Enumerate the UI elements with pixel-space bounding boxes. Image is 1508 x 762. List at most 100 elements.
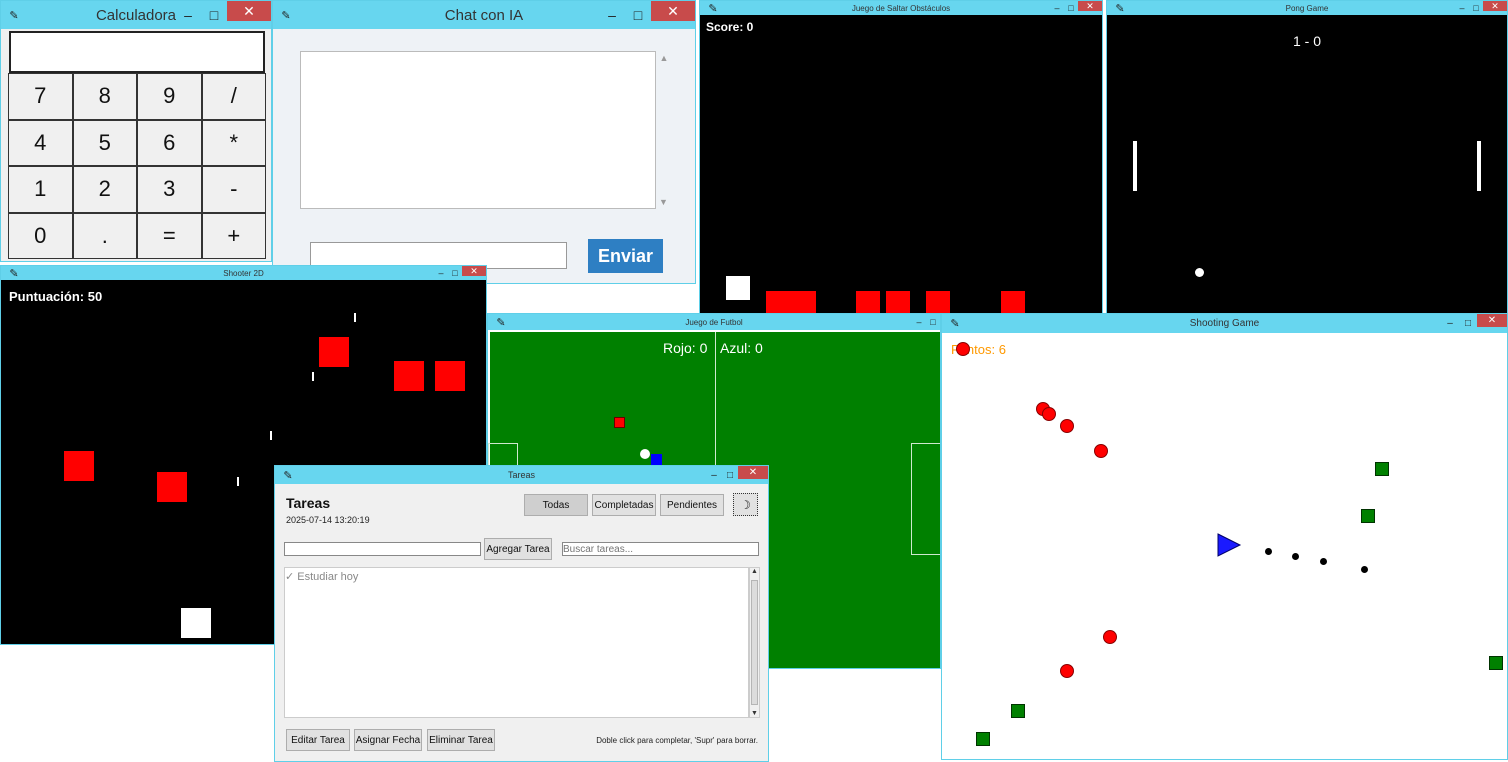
key-multiply[interactable]: * — [201, 119, 266, 166]
enemy-circle — [956, 342, 970, 356]
projectile — [1320, 558, 1327, 565]
maximize-button[interactable]: □ — [625, 1, 651, 29]
maximize-button[interactable]: □ — [1459, 314, 1477, 333]
minimize-button[interactable]: – — [706, 466, 722, 484]
maximize-button[interactable]: □ — [722, 466, 738, 484]
theme-toggle-icon[interactable]: ☽ — [733, 493, 758, 516]
key-0[interactable]: 0 — [8, 212, 73, 259]
key-dot[interactable]: . — [72, 212, 137, 259]
filter-completed-button[interactable]: Completadas — [592, 494, 656, 516]
shooter-player — [181, 608, 211, 638]
task-list-scrollbar[interactable]: ▲ ▼ — [749, 567, 760, 718]
soccer-ball — [640, 449, 650, 459]
blue-score: Azul: 0 — [720, 340, 763, 356]
calculator-titlebar[interactable]: ✎ Calculadora – □ ✕ — [1, 1, 271, 29]
key-6[interactable]: 6 — [137, 119, 202, 166]
feather-icon: ✎ — [283, 469, 293, 482]
list-item[interactable]: ✓ Estudiar hoy — [285, 570, 358, 583]
key-4[interactable]: 4 — [8, 119, 73, 166]
shooter-title: Shooter 2D — [223, 268, 264, 278]
close-button[interactable]: ✕ — [1078, 1, 1102, 11]
chat-window: ✎ Chat con IA – □ ✕ ▲ ▼ Enviar — [272, 0, 696, 284]
feather-icon: ✎ — [9, 9, 19, 22]
key-plus[interactable]: + — [201, 212, 266, 259]
scroll-down-icon: ▼ — [751, 710, 758, 717]
key-1[interactable]: 1 — [8, 166, 73, 213]
enemy-circle — [1060, 419, 1074, 433]
shooting-title: Shooting Game — [1189, 318, 1260, 329]
pong-titlebar[interactable]: ✎ Pong Game – □ ✕ — [1107, 1, 1507, 15]
task-list[interactable]: ✓ Estudiar hoy — [284, 567, 749, 718]
add-task-button[interactable]: Agregar Tarea — [484, 538, 552, 560]
key-equals[interactable]: = — [137, 212, 202, 259]
maximize-button[interactable]: □ — [1469, 1, 1483, 15]
filter-all-button[interactable]: Todas — [524, 494, 588, 516]
close-button[interactable]: ✕ — [738, 466, 768, 479]
enemy-circle — [1042, 407, 1056, 421]
chat-titlebar[interactable]: ✎ Chat con IA – □ ✕ — [273, 1, 695, 29]
bullet — [237, 477, 239, 486]
maximize-button[interactable]: □ — [1064, 1, 1078, 15]
minimize-button[interactable]: – — [599, 1, 625, 29]
football-title: Juego de Futbol — [685, 317, 743, 327]
projectile — [1265, 548, 1272, 555]
chat-history[interactable] — [300, 51, 656, 209]
player-block — [726, 276, 750, 300]
shooting-game-window: ✎ Shooting Game – □ ✕ Puntos: 6 — [941, 313, 1508, 760]
edit-task-button[interactable]: Editar Tarea — [286, 729, 350, 751]
close-button[interactable]: ✕ — [651, 1, 695, 21]
delete-task-button[interactable]: Eliminar Tarea — [427, 729, 495, 751]
obstacle-titlebar[interactable]: ✎ Juego de Saltar Obstáculos – □ ✕ — [700, 1, 1102, 15]
tasks-heading: Tareas — [286, 495, 331, 511]
tasks-window: ✎ Tareas – □ ✕ Tareas 2025-07-14 13:20:1… — [274, 465, 769, 762]
minimize-button[interactable]: – — [1441, 314, 1459, 333]
send-button[interactable]: Enviar — [588, 239, 663, 273]
key-7[interactable]: 7 — [8, 73, 73, 120]
key-8[interactable]: 8 — [72, 73, 137, 120]
maximize-button[interactable]: □ — [926, 314, 940, 330]
key-5[interactable]: 5 — [72, 119, 137, 166]
blue-player — [651, 454, 662, 465]
feather-icon: ✎ — [9, 267, 19, 280]
pong-window: ✎ Pong Game – □ ✕ 1 - 0 — [1106, 0, 1508, 316]
search-input[interactable] — [562, 542, 759, 556]
football-titlebar[interactable]: ✎ Juego de Futbol – □ — [488, 314, 940, 330]
enemy-circle — [1060, 664, 1074, 678]
tasks-titlebar[interactable]: ✎ Tareas – □ ✕ — [275, 466, 768, 484]
obstacle-game-window: ✎ Juego de Saltar Obstáculos – □ ✕ Score… — [699, 0, 1103, 316]
enemy — [435, 361, 465, 391]
key-divide[interactable]: / — [201, 73, 266, 120]
key-minus[interactable]: - — [201, 166, 266, 213]
minimize-button[interactable]: – — [175, 1, 201, 29]
shooting-titlebar[interactable]: ✎ Shooting Game – □ ✕ — [942, 314, 1507, 333]
task-input[interactable] — [284, 542, 481, 556]
calculator-display[interactable] — [9, 31, 265, 73]
filter-pending-button[interactable]: Pendientes — [660, 494, 724, 516]
key-2[interactable]: 2 — [72, 166, 137, 213]
shooter-titlebar[interactable]: ✎ Shooter 2D – □ ✕ — [1, 266, 486, 280]
close-button[interactable]: ✕ — [462, 266, 486, 276]
assign-date-button[interactable]: Asignar Fecha — [354, 729, 422, 751]
key-3[interactable]: 3 — [137, 166, 202, 213]
minimize-button[interactable]: – — [1455, 1, 1469, 15]
key-9[interactable]: 9 — [137, 73, 202, 120]
minimize-button[interactable]: – — [434, 266, 448, 280]
scroll-thumb[interactable] — [751, 580, 758, 705]
obstacle-score: Score: 0 — [706, 20, 754, 34]
minimize-button[interactable]: – — [912, 314, 926, 330]
enemy — [319, 337, 349, 367]
minimize-button[interactable]: – — [1050, 1, 1064, 15]
enemy-square — [1375, 462, 1389, 476]
close-button[interactable]: ✕ — [227, 1, 271, 21]
close-button[interactable]: ✕ — [1477, 314, 1507, 327]
enemy-square — [1489, 656, 1503, 670]
bullet — [354, 313, 356, 322]
feather-icon: ✎ — [708, 2, 718, 15]
tasks-window-title: Tareas — [507, 470, 535, 480]
chat-scrollbar[interactable]: ▲ ▼ — [656, 51, 672, 209]
enemy — [394, 361, 424, 391]
close-button[interactable]: ✕ — [1483, 1, 1507, 11]
red-player — [614, 417, 625, 428]
maximize-button[interactable]: □ — [201, 1, 227, 29]
maximize-button[interactable]: □ — [448, 266, 462, 280]
